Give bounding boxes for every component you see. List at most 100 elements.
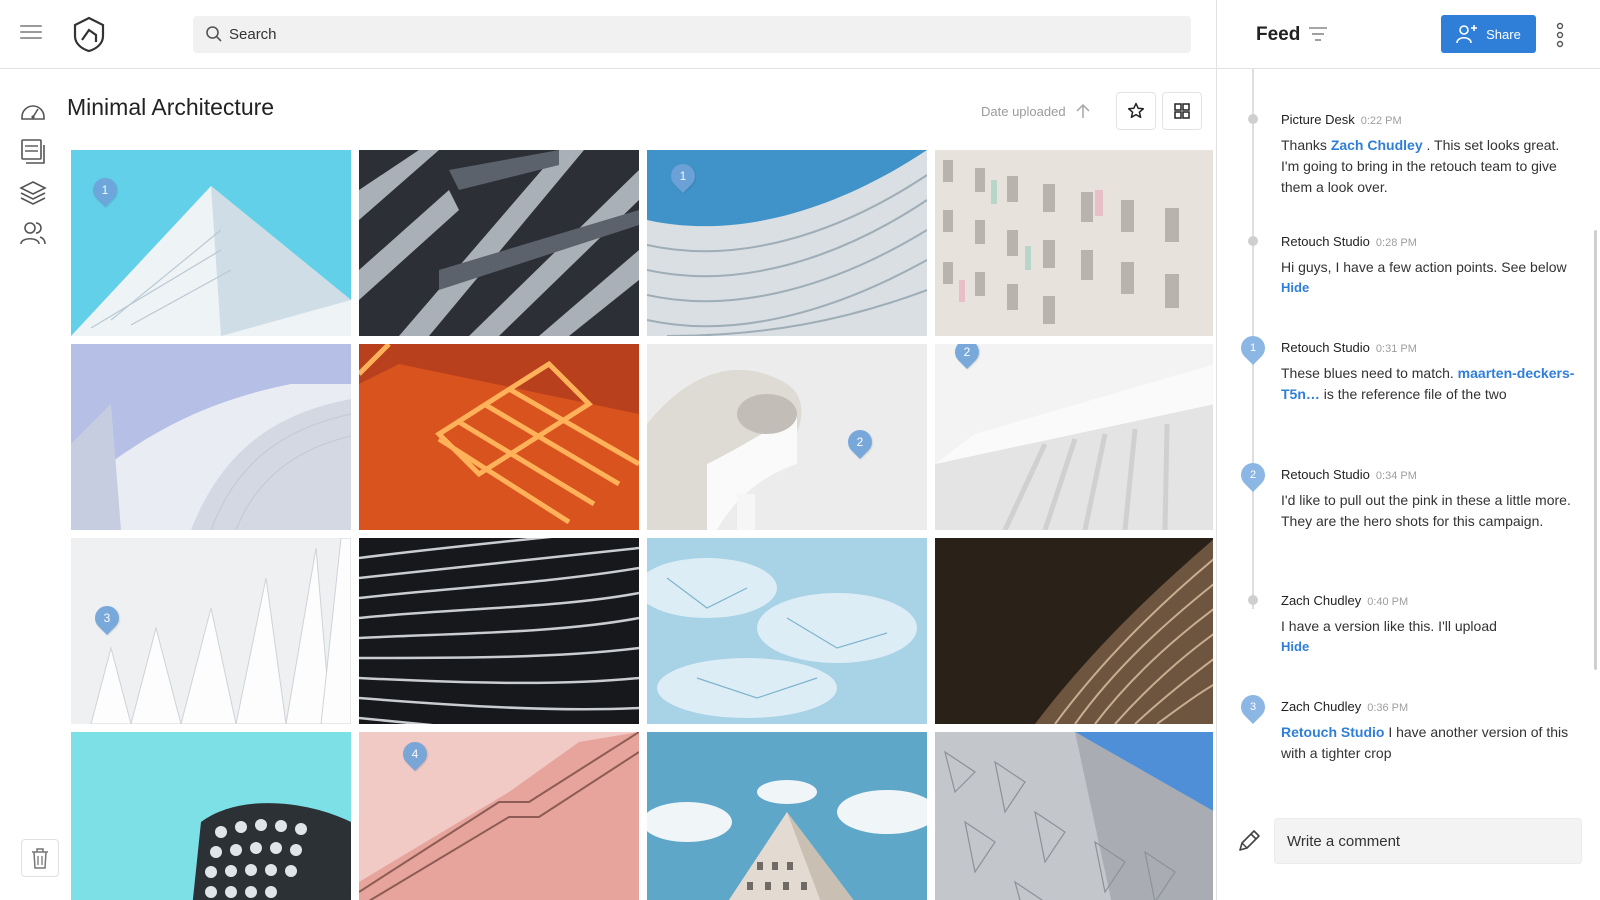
dashboard-icon[interactable] xyxy=(19,97,47,125)
trash-icon xyxy=(32,848,48,869)
timeline-dot xyxy=(1248,236,1258,246)
pin-number: 3 xyxy=(1249,701,1257,713)
pin-number: 2 xyxy=(856,435,864,449)
entry-time: 0:40 PM xyxy=(1367,596,1409,608)
grid-view-icon xyxy=(1174,103,1190,119)
feed-title: Feed xyxy=(1256,24,1301,45)
annotation-pin[interactable]: 4 xyxy=(398,737,432,771)
arrow-up-icon[interactable] xyxy=(1076,103,1090,119)
comment-input[interactable] xyxy=(1274,818,1582,864)
images-icon[interactable] xyxy=(19,137,47,165)
pin-number: 2 xyxy=(1249,469,1257,481)
image-tile[interactable] xyxy=(935,732,1213,900)
sort-label: Date uploaded xyxy=(981,103,1066,119)
image-tile[interactable]: 1 xyxy=(647,150,927,336)
image-tile[interactable] xyxy=(647,538,927,724)
left-rail xyxy=(0,69,64,900)
share-button[interactable]: Share xyxy=(1441,15,1536,53)
entry-message: Thanks Zach Chudley . This set looks gre… xyxy=(1281,135,1581,198)
image-tile[interactable] xyxy=(647,732,927,900)
message-text: Thanks xyxy=(1281,137,1331,153)
annotation-pin[interactable]: 2 xyxy=(843,425,877,459)
pin-number: 4 xyxy=(411,747,419,761)
feed-header: Feed Share xyxy=(1217,0,1600,69)
feed-scrollbar[interactable] xyxy=(1594,230,1597,670)
feed-entry: Zach Chudley 0:36 PM Retouch Studio I hav… xyxy=(1281,698,1581,764)
entry-author: Zach Chudley xyxy=(1281,593,1362,608)
search-bar xyxy=(193,16,1191,53)
feed-entry: Picture Desk 0:22 PM Thanks Zach Chudley … xyxy=(1281,111,1581,198)
trash-button[interactable] xyxy=(21,839,59,877)
pin-number: 3 xyxy=(103,611,111,625)
message-text: These blues need to match. xyxy=(1281,365,1458,381)
entry-message: Retouch Studio I have another version of… xyxy=(1281,722,1581,764)
add-person-icon xyxy=(1456,25,1478,44)
hamburger-menu-icon[interactable] xyxy=(20,25,42,43)
pin-number: 1 xyxy=(679,169,687,183)
more-vertical-icon[interactable] xyxy=(1554,22,1566,48)
pin-number: 2 xyxy=(963,345,971,359)
share-label: Share xyxy=(1486,26,1521,42)
image-tile[interactable] xyxy=(359,344,639,530)
feed-pin-marker[interactable]: 2 xyxy=(1236,458,1270,492)
entry-time: 0:36 PM xyxy=(1367,702,1409,714)
entry-author: Picture Desk xyxy=(1281,112,1355,127)
entry-time: 0:34 PM xyxy=(1375,470,1417,482)
entry-time: 0:31 PM xyxy=(1375,343,1417,355)
feed-panel: Feed Share Picture Desk 0:22 PM Thanks Za… xyxy=(1216,0,1600,900)
entry-message: Hi guys, I have a few action points. See… xyxy=(1281,259,1567,275)
sort-control[interactable]: Date uploaded xyxy=(981,103,1090,119)
annotation-pin[interactable]: 1 xyxy=(88,173,122,207)
search-icon xyxy=(206,26,222,42)
feed-entry: Retouch Studio 0:28 PM Hi guys, I have a … xyxy=(1281,233,1581,295)
entry-time: 0:22 PM xyxy=(1360,115,1402,127)
entry-message: I have a version like this. I'll upload xyxy=(1281,618,1497,634)
page-title: Minimal Architecture xyxy=(67,94,275,120)
top-bar xyxy=(0,0,1216,69)
star-icon xyxy=(1127,102,1145,119)
timeline-dot xyxy=(1248,595,1258,605)
hide-link[interactable]: Hide xyxy=(1281,639,1581,654)
image-tile[interactable] xyxy=(935,538,1213,724)
image-tile[interactable]: 2 xyxy=(935,344,1213,530)
image-tile[interactable] xyxy=(71,732,351,900)
annotation-pin[interactable]: 1 xyxy=(666,159,700,193)
image-tile[interactable]: 4 xyxy=(359,732,639,900)
users-icon[interactable] xyxy=(19,219,47,247)
image-tile[interactable]: 3 xyxy=(71,538,351,724)
feed-pin-marker[interactable]: 3 xyxy=(1236,690,1270,724)
image-tile[interactable] xyxy=(935,150,1213,336)
feed-entry: Zach Chudley 0:40 PM I have a version lik… xyxy=(1281,592,1581,654)
image-grid: 1 1 2 2 3 4 xyxy=(71,150,1213,900)
favorite-button[interactable] xyxy=(1116,92,1156,130)
entry-message: These blues need to match. maarten-decke… xyxy=(1281,363,1581,405)
pencil-icon[interactable] xyxy=(1236,828,1262,854)
feed-pin-marker[interactable]: 1 xyxy=(1236,331,1270,365)
image-tile[interactable] xyxy=(359,538,639,724)
shield-house-logo-icon[interactable] xyxy=(72,16,106,53)
entry-time: 0:28 PM xyxy=(1375,237,1417,249)
entry-author: Zach Chudley xyxy=(1281,699,1362,714)
message-text: is the reference file of the two xyxy=(1319,386,1507,402)
feed-entry: Retouch Studio 0:34 PM I'd like to pull o… xyxy=(1281,466,1581,532)
image-tile[interactable]: 1 xyxy=(71,150,351,336)
image-tile[interactable]: 2 xyxy=(647,344,927,530)
search-input[interactable] xyxy=(229,16,1169,53)
pin-number: 1 xyxy=(1249,342,1257,354)
image-tile[interactable] xyxy=(359,150,639,336)
grid-view-button[interactable] xyxy=(1162,92,1202,130)
timeline-dot xyxy=(1248,114,1258,124)
layers-icon[interactable] xyxy=(19,179,47,207)
feed-entry: Retouch Studio 0:31 PM These blues need t… xyxy=(1281,339,1581,405)
pin-number: 1 xyxy=(101,183,109,197)
mention-link[interactable]: Zach Chudley xyxy=(1331,137,1423,153)
hide-link[interactable]: Hide xyxy=(1281,280,1581,295)
entry-message: I'd like to pull out the pink in these a… xyxy=(1281,492,1571,529)
annotation-pin[interactable]: 3 xyxy=(90,601,124,635)
image-tile[interactable] xyxy=(71,344,351,530)
entry-author: Retouch Studio xyxy=(1281,467,1370,482)
filter-icon[interactable] xyxy=(1308,26,1328,42)
entry-author: Retouch Studio xyxy=(1281,234,1370,249)
mention-link[interactable]: Retouch Studio xyxy=(1281,724,1384,740)
entry-author: Retouch Studio xyxy=(1281,340,1370,355)
